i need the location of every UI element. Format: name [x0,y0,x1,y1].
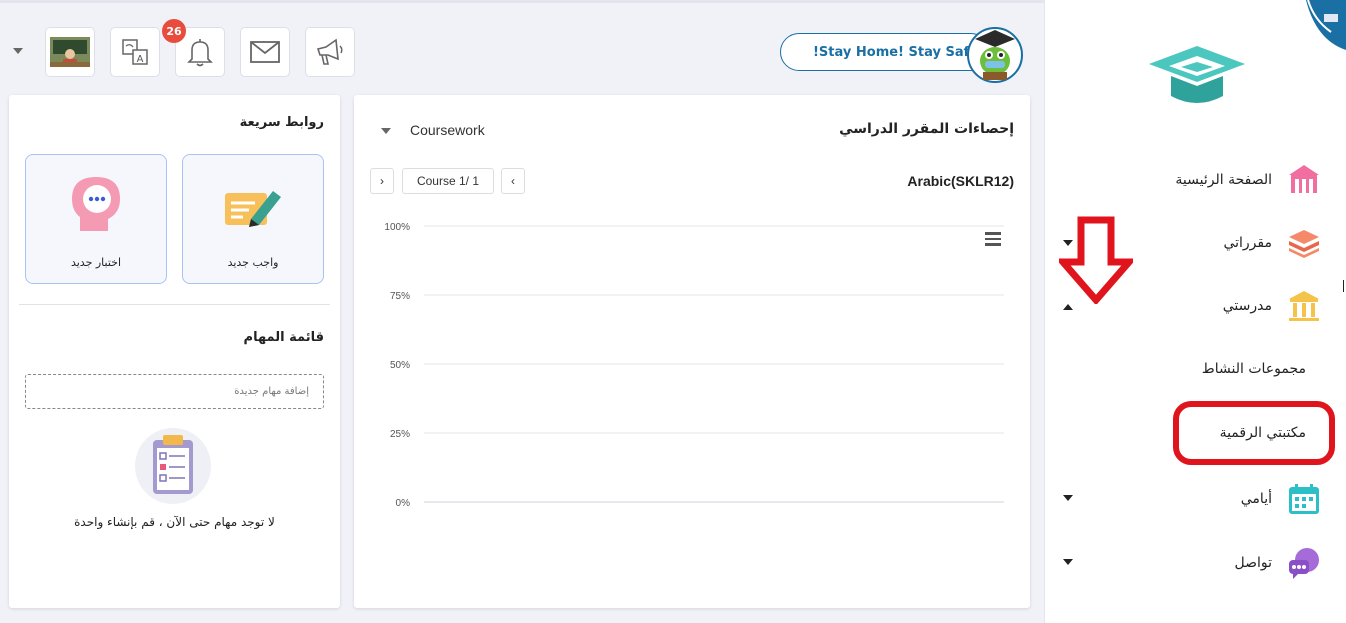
chevron-down-icon[interactable] [1063,495,1073,501]
sidebar-item-label: مدرستي [1222,298,1272,314]
y-tick-label: 50% [390,360,410,371]
chevron-down-icon[interactable] [381,128,391,134]
top-bar: A 26 !Stay Home! Stay Safe [0,0,1044,93]
calendar-icon [1286,481,1322,517]
new-quiz-label: اختبار جديد [70,256,122,269]
sidebar-item-my-days[interactable]: أيامي [1241,481,1322,517]
avatar [50,37,90,67]
new-task-input[interactable]: إضافة مهام جديدة [25,374,324,409]
highlight-box [1173,401,1335,465]
home-icon [1286,162,1322,198]
corner-logo-badge [1306,0,1346,50]
next-course-button[interactable]: › [370,168,394,194]
sidebar-item-home[interactable]: الصفحة الرئيسية [1175,162,1322,198]
prev-course-button[interactable]: ‹ [501,168,525,194]
sidebar-item-my-school[interactable]: مدرستي [1223,288,1322,324]
course-pager: Course 1/ 1 [402,168,494,194]
quick-links-title: روابط سريعة [239,115,324,130]
divider [19,304,330,305]
translate-icon: A [122,39,148,65]
chevron-down-icon[interactable] [1063,559,1073,565]
sidebar-item-communicate[interactable]: تواصل [1234,545,1322,581]
mail-icon [250,41,280,63]
chat-icon [1286,545,1322,581]
new-assignment-label: واجب جديد [227,256,279,269]
y-tick-label: 75% [390,291,410,302]
task-list-title: قائمة المهام [243,330,324,345]
language-button[interactable]: A [110,27,160,77]
sidebar-subitem-activity-groups[interactable]: مجموعات النشاط [1202,361,1306,377]
text-cursor [1343,280,1344,292]
new-assignment-card[interactable]: واجب جديد [182,154,324,284]
y-tick-label: 0% [396,498,411,509]
coursework-filter-select[interactable]: Coursework [410,122,485,138]
course-name-label: Arabic(SKLR12) [907,173,1014,189]
chevron-up-icon[interactable] [1063,304,1073,310]
sidebar-item-label: الصفحة الرئيسية [1175,172,1272,188]
new-quiz-card[interactable]: اختبار جديد [25,154,167,284]
sidebar-item-label: أيامي [1240,491,1272,507]
app-logo [1149,46,1245,103]
quick-links-panel: روابط سريعة واجب جديد اختبار جديد قائمة … [9,95,340,608]
svg-text:A: A [137,54,144,65]
empty-tasks-text: لا توجد مهام حتى الآن ، قم بإنشاء واحدة [74,515,275,529]
profile-dropdown-caret[interactable] [13,48,23,54]
profile-avatar-button[interactable] [45,27,95,77]
y-tick-label: 25% [390,429,410,440]
sidebar-item-my-courses[interactable]: مقرراتي [1223,225,1322,261]
quiz-head-icon [72,177,120,231]
mascot-image [967,27,1023,83]
red-arrow-down-icon [1059,216,1133,304]
sidebar-item-label: مقرراتي [1223,235,1272,251]
messages-button[interactable] [240,27,290,77]
course-stats-chart: 100% 75% 50% 25% 0% [384,222,1004,509]
empty-tasks-image [135,428,211,504]
course-stats-title: إحصاءات المقرر الدراسي [839,121,1014,137]
school-icon [1286,288,1322,324]
announcements-button[interactable] [305,27,355,77]
sidebar: الصفحة الرئيسية مقرراتي مدرستي مجموعات ا… [1044,0,1346,623]
bell-icon [187,39,213,67]
y-tick-label: 100% [384,222,410,233]
notification-count-badge: 26 [162,19,186,43]
assignment-icon [225,191,281,227]
books-icon [1286,225,1322,261]
sidebar-item-label: تواصل [1234,555,1272,571]
megaphone-icon [316,38,343,65]
clipboard-icon [153,435,193,494]
stay-safe-button[interactable]: !Stay Home! Stay Safe [780,33,990,71]
course-stats-panel: إحصاءات المقرر الدراسي Coursework Arabic… [354,95,1030,608]
